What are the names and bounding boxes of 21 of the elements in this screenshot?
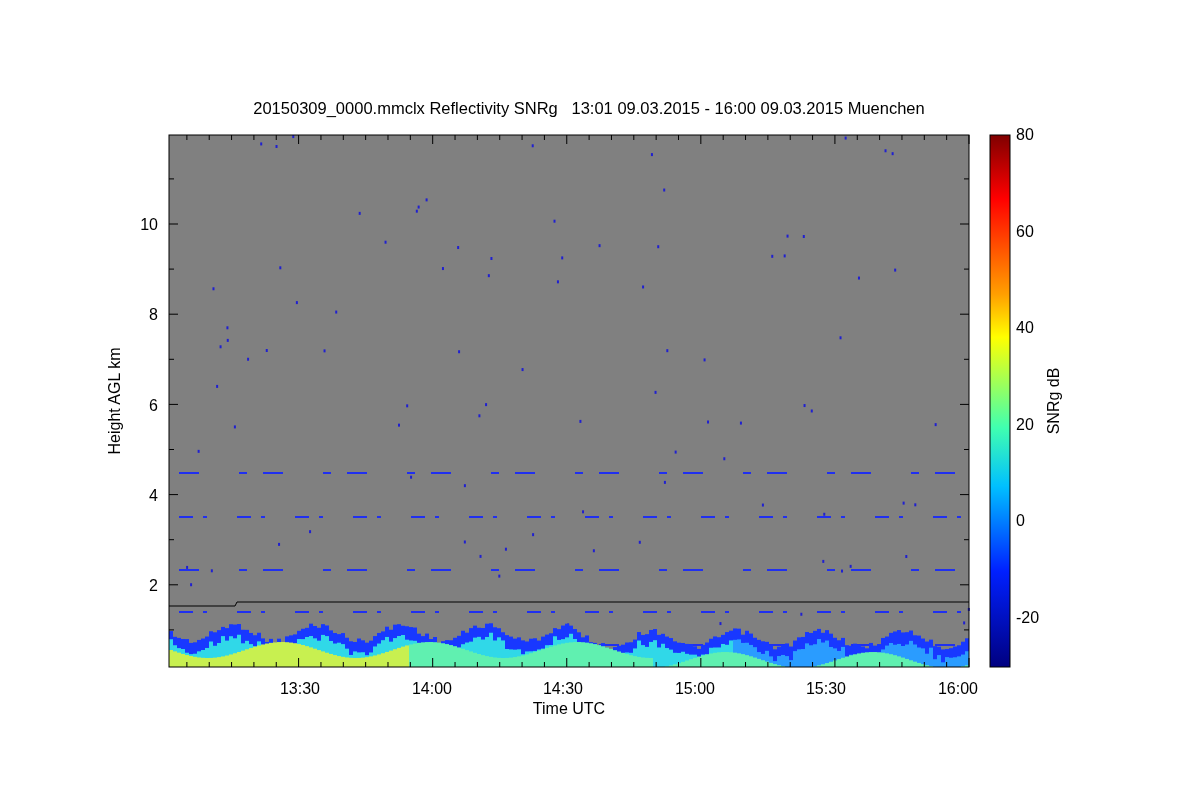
x-tick-label: 14:00 (412, 680, 452, 697)
colorbar-tick-label: 40 (1016, 319, 1034, 336)
colorbar-tick-label: 60 (1016, 223, 1034, 240)
x-tick-label: 13:30 (280, 680, 320, 697)
x-axis-label: Time UTC (532, 700, 606, 717)
y-tick-label: 2 (149, 577, 158, 594)
colorbar-tick-label: 80 (1016, 126, 1034, 143)
x-tick-label: 15:00 (675, 680, 715, 697)
y-axis-label: Height AGL km (106, 347, 123, 455)
x-tick-label: 15:30 (806, 680, 846, 697)
y-tick-label: 6 (149, 397, 158, 414)
colorbar-label: SNRg dB (1045, 367, 1062, 435)
y-tick-label: 4 (149, 487, 158, 504)
colorbar-tick-label: -20 (1016, 609, 1040, 626)
y-tick-label: 10 (140, 216, 158, 233)
x-tick-label: 16:00 (938, 680, 978, 697)
chart-title: 20150309_0000.mmclx Reflectivity SNRg 13:01 09.03.2015 - 16:00 09.03.2015 Muenchen (253, 99, 925, 117)
x-tick-label: 14:30 (543, 680, 583, 697)
y-tick-label: 8 (149, 306, 158, 323)
colorbar-tick-label: 0 (1016, 512, 1025, 529)
colorbar-tick-label: 20 (1016, 416, 1034, 433)
